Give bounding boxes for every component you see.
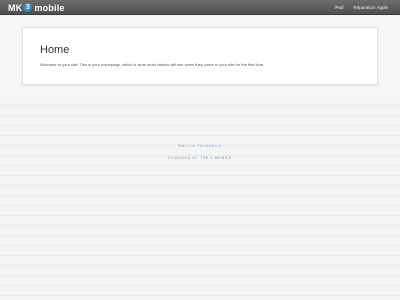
page-title: Home [40, 44, 70, 56]
top-navbar: MK 3 mobile iPad Réparation Apple [0, 0, 400, 15]
main-nav: iPad Réparation Apple [334, 0, 388, 15]
powered-by-prefix: POWERED BY [168, 156, 199, 160]
page-background: SWITCH TO MOBILE POWERED BY THE 3 MOBILE [0, 96, 400, 300]
brand-suffix: mobile [34, 2, 65, 13]
nav-item-reparation-apple[interactable]: Réparation Apple [353, 5, 388, 10]
content-card: Home Welcome to your site! This is your … [22, 27, 378, 85]
switch-to-mobile-link[interactable]: SWITCH TO MOBILE [0, 144, 400, 148]
powered-by-link[interactable]: THE 3 MOBILE [200, 156, 232, 160]
brand-prefix: MK [8, 2, 23, 13]
brand-logo[interactable]: MK 3 mobile [8, 1, 65, 14]
nav-item-ipad[interactable]: iPad [334, 5, 343, 10]
powered-by-text: POWERED BY THE 3 MOBILE [0, 156, 400, 160]
brand-badge: 3 [23, 3, 33, 12]
intro-text: Welcome to your site! This is your homep… [40, 62, 265, 67]
